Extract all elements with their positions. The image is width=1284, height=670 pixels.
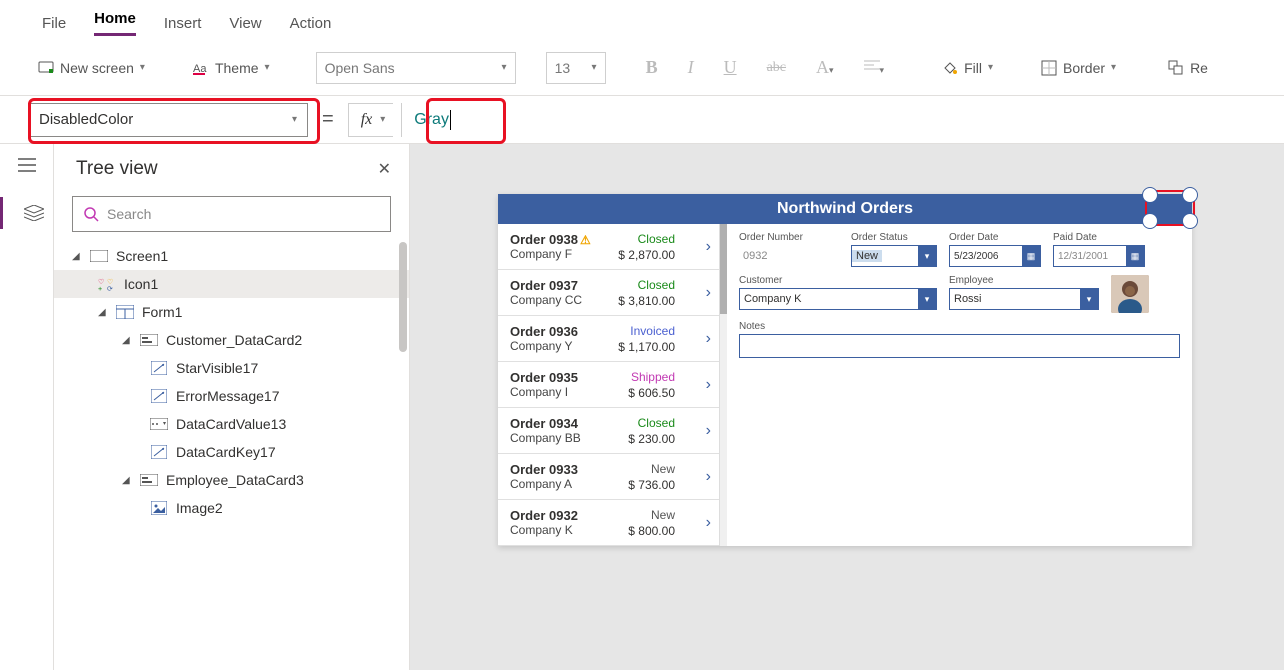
image-icon bbox=[150, 501, 168, 515]
search-input[interactable]: Search bbox=[72, 196, 391, 232]
label-icon bbox=[150, 445, 168, 459]
label-ordernum: Order Number bbox=[739, 232, 839, 243]
tree-node-form[interactable]: ◢Form1 bbox=[54, 298, 409, 326]
form-icon bbox=[116, 305, 134, 319]
gallery-item[interactable]: Order 0932Company KNew$ 800.00› bbox=[498, 500, 719, 546]
border-icon bbox=[1041, 60, 1057, 76]
gallery-item[interactable]: Order 0938⚠Company FClosed$ 2,870.00› bbox=[498, 224, 719, 270]
main-area: Tree view ✕ Search ◢Screen1 ♡♡+⟳ Icon1 ◢… bbox=[0, 144, 1284, 670]
field-notes[interactable] bbox=[739, 334, 1180, 358]
order-gallery[interactable]: Order 0938⚠Company FClosed$ 2,870.00›Ord… bbox=[498, 224, 720, 546]
group-icon: ♡♡+⟳ bbox=[98, 277, 116, 291]
field-customer[interactable]: Company K▾ bbox=[739, 288, 937, 310]
label-icon bbox=[150, 361, 168, 375]
menubar: File Home Insert View Action bbox=[0, 0, 1284, 44]
tree-node-card2[interactable]: ◢Employee_DataCard3 bbox=[54, 466, 409, 494]
fontcolor-button[interactable]: A▾ bbox=[806, 57, 844, 78]
menu-action[interactable]: Action bbox=[290, 15, 332, 32]
fill-button[interactable]: Fill▾ bbox=[934, 56, 1001, 80]
label-notes: Notes bbox=[739, 321, 1180, 332]
new-screen-button[interactable]: New screen▾ bbox=[30, 56, 153, 80]
tree-node-card1[interactable]: ◢Customer_DataCard2 bbox=[54, 326, 409, 354]
screen-icon bbox=[90, 249, 108, 263]
gallery-item[interactable]: Order 0933Company ANew$ 736.00› bbox=[498, 454, 719, 500]
theme-icon: Aa bbox=[193, 60, 209, 76]
left-rail bbox=[0, 144, 54, 670]
svg-text:+: + bbox=[98, 284, 102, 292]
label-status: Order Status bbox=[851, 232, 937, 243]
formula-input[interactable]: Gray bbox=[401, 103, 1256, 137]
bold-button[interactable]: B bbox=[636, 57, 668, 78]
underline-button[interactable]: U bbox=[714, 57, 747, 78]
gallery-item[interactable]: Order 0937Company CCClosed$ 3,810.00› bbox=[498, 270, 719, 316]
screen-icon bbox=[38, 60, 54, 76]
tree-title: Tree view bbox=[76, 158, 158, 180]
strike-button[interactable]: abc bbox=[757, 60, 796, 76]
reorder-icon bbox=[1168, 60, 1184, 76]
gallery-item[interactable]: Order 0935Company IShipped$ 606.50› bbox=[498, 362, 719, 408]
menu-view[interactable]: View bbox=[229, 15, 261, 32]
app-preview: Northwind Orders Order 0938⚠Company FClo… bbox=[498, 194, 1192, 546]
field-paiddate[interactable]: 12/31/2001▦ bbox=[1053, 245, 1145, 267]
employee-avatar bbox=[1111, 275, 1149, 313]
close-icon[interactable]: ✕ bbox=[378, 159, 391, 179]
italic-button[interactable]: I bbox=[678, 57, 704, 78]
fontsize-selector[interactable]: 13▾ bbox=[546, 52, 606, 84]
label-icon bbox=[150, 389, 168, 403]
field-ordernum: 0932 bbox=[739, 245, 839, 267]
app-title: Northwind Orders bbox=[498, 194, 1192, 224]
search-icon bbox=[83, 206, 99, 222]
tree-node-datacardvalue[interactable]: DataCardValue13 bbox=[54, 410, 409, 438]
gallery-item[interactable]: Order 0934Company BBClosed$ 230.00› bbox=[498, 408, 719, 454]
label-orderdate: Order Date bbox=[949, 232, 1041, 243]
menu-file[interactable]: File bbox=[42, 15, 66, 32]
layers-icon bbox=[24, 205, 44, 221]
label-paiddate: Paid Date bbox=[1053, 232, 1145, 243]
ribbon: New screen▾ Aa Theme▾ Open Sans▾ 13▾ B I… bbox=[0, 44, 1284, 96]
svg-text:⟳: ⟳ bbox=[107, 284, 113, 292]
hamburger-icon[interactable] bbox=[18, 158, 36, 175]
field-employee[interactable]: Rossi▾ bbox=[949, 288, 1099, 310]
tree-node-starvisible[interactable]: StarVisible17 bbox=[54, 354, 409, 382]
treeview-tab[interactable] bbox=[0, 197, 53, 229]
fill-icon bbox=[942, 60, 958, 76]
canvas[interactable]: Northwind Orders Order 0938⚠Company FClo… bbox=[410, 144, 1284, 670]
dropdown-icon bbox=[150, 417, 168, 431]
fx-icon: fx bbox=[357, 111, 377, 129]
theme-button[interactable]: Aa Theme▾ bbox=[185, 56, 278, 80]
menu-home[interactable]: Home bbox=[94, 10, 136, 36]
tree-scrollbar[interactable] bbox=[399, 242, 407, 352]
tree: ◢Screen1 ♡♡+⟳ Icon1 ◢Form1 ◢Customer_Dat… bbox=[54, 242, 409, 670]
label-customer: Customer bbox=[739, 275, 937, 286]
font-selector[interactable]: Open Sans▾ bbox=[316, 52, 516, 84]
datacard-icon bbox=[140, 473, 158, 487]
field-status[interactable]: New▾ bbox=[851, 245, 937, 267]
gallery-item[interactable]: Order 0936Company YInvoiced$ 1,170.00› bbox=[498, 316, 719, 362]
fx-dropdown[interactable]: ▾ bbox=[380, 114, 385, 125]
field-orderdate[interactable]: 5/23/2006▦ bbox=[949, 245, 1041, 267]
tree-node-screen[interactable]: ◢Screen1 bbox=[54, 242, 409, 270]
tree-node-image2[interactable]: Image2 bbox=[54, 494, 409, 522]
datacard-icon bbox=[140, 333, 158, 347]
border-button[interactable]: Border▾ bbox=[1033, 56, 1124, 80]
equals-sign: = bbox=[316, 108, 340, 131]
tree-node-datacardkey[interactable]: DataCardKey17 bbox=[54, 438, 409, 466]
tree-node-icon1[interactable]: ♡♡+⟳ Icon1 bbox=[54, 270, 409, 298]
label-employee: Employee bbox=[949, 275, 1099, 286]
menu-insert[interactable]: Insert bbox=[164, 15, 202, 32]
formula-bar: DisabledColor▾ = fx▾ Gray bbox=[0, 96, 1284, 144]
tree-node-errormsg[interactable]: ErrorMessage17 bbox=[54, 382, 409, 410]
detail-form: Order Number 0932 Order Status New▾ Order … bbox=[727, 224, 1192, 546]
property-selector[interactable]: DisabledColor▾ bbox=[28, 103, 308, 137]
align-button[interactable]: ▾ bbox=[854, 57, 895, 78]
reorder-button[interactable]: Re bbox=[1160, 56, 1216, 80]
gallery-scrollbar[interactable] bbox=[720, 224, 727, 546]
tree-panel: Tree view ✕ Search ◢Screen1 ♡♡+⟳ Icon1 ◢… bbox=[54, 144, 410, 670]
